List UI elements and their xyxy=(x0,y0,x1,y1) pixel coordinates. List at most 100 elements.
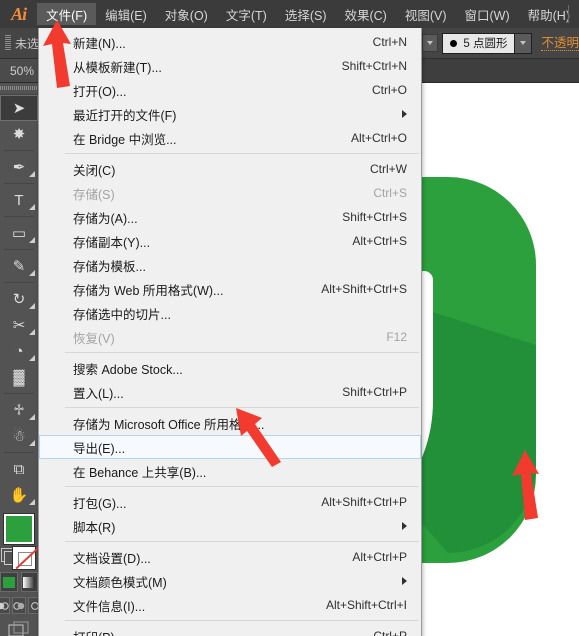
menu-bar-item-1[interactable]: 编辑(E) xyxy=(96,3,156,25)
menu-item[interactable]: 文档颜色模式(M) xyxy=(39,569,421,593)
menu-separator xyxy=(41,620,419,621)
chevron-down-icon xyxy=(427,41,434,45)
menu-bar-item-6[interactable]: 视图(V) xyxy=(396,3,456,25)
fill-stroke-controls[interactable] xyxy=(0,546,38,570)
selection-status-label: 未选 xyxy=(15,36,40,51)
brush-dropdown-button[interactable] xyxy=(514,33,532,53)
shape-builder-tool[interactable]: ◔ xyxy=(0,338,38,364)
screen-mode-button[interactable] xyxy=(0,621,38,636)
tools-panel-drag-handle[interactable] xyxy=(0,82,38,95)
menu-separator xyxy=(41,407,419,408)
menu-item-label: 打包(G)... xyxy=(73,496,127,511)
menu-item[interactable]: 导出(E)... xyxy=(39,435,421,459)
tool-flyout-indicator xyxy=(29,171,35,177)
menu-item[interactable]: 从模板新建(T)... Shift+Ctrl+N xyxy=(39,54,421,78)
menu-item[interactable]: 最近打开的文件(F) xyxy=(39,102,421,126)
stroke-profile-dropdown[interactable] xyxy=(422,34,439,52)
tool-flyout-indicator xyxy=(29,499,35,505)
mesh-gradient-tool[interactable]: ▓ xyxy=(0,364,38,390)
menu-item[interactable]: 文档设置(D)... Alt+Ctrl+P xyxy=(39,545,421,569)
menu-item[interactable]: 存储为 Web 所用格式(W)... Alt+Shift+Ctrl+S xyxy=(39,277,421,301)
menu-item[interactable]: 脚本(R) xyxy=(39,514,421,538)
menu-item[interactable]: 打印(P)... Ctrl+P xyxy=(39,624,421,636)
brush-definition-value: 5 点圆形 xyxy=(463,38,508,50)
selection-icon: ➤ xyxy=(12,99,26,117)
menu-bar-item-3[interactable]: 文字(T) xyxy=(217,3,276,25)
menu-item[interactable]: 存储为(A)... Shift+Ctrl+S xyxy=(39,205,421,229)
scale-shear-tool[interactable]: ✂ xyxy=(0,312,38,338)
tool-separator xyxy=(4,216,34,217)
menu-item-shortcut: Alt+Shift+Ctrl+I xyxy=(325,598,407,612)
menu-bar-item-5[interactable]: 效果(C) xyxy=(335,3,395,25)
color-button[interactable] xyxy=(0,572,18,592)
menu-item[interactable]: 文件信息(I)... Alt+Shift+Ctrl+I xyxy=(39,593,421,617)
menu-bar-item-8[interactable]: 帮助(H) xyxy=(519,3,579,25)
tool-flyout-indicator xyxy=(29,440,35,446)
menu-item[interactable]: 存储为 Microsoft Office 所用格式... xyxy=(39,411,421,435)
menu-item[interactable]: 在 Bridge 中浏览... Alt+Ctrl+O xyxy=(39,126,421,150)
menu-item[interactable]: 置入(L)... Shift+Ctrl+P xyxy=(39,380,421,404)
draw-mode-buttons[interactable] xyxy=(0,597,42,614)
tool-flyout-indicator xyxy=(29,303,35,309)
pen-icon: ✒ xyxy=(12,158,26,176)
type-tool[interactable]: T xyxy=(0,187,38,213)
menu-item[interactable]: 关闭(C) Ctrl+W xyxy=(39,157,421,181)
menu-item-label: 关闭(C) xyxy=(73,163,116,178)
fill-color-swatch[interactable] xyxy=(4,514,34,544)
tool-separator xyxy=(4,150,34,151)
opacity-link[interactable]: 不透明 xyxy=(541,36,579,51)
menu-bar-item-4[interactable]: 选择(S) xyxy=(276,3,336,25)
menu-item[interactable]: 在 Behance 上共享(B)... xyxy=(39,459,421,483)
menu-item[interactable]: 打包(G)... Alt+Shift+Ctrl+P xyxy=(39,490,421,514)
chevron-right-icon xyxy=(402,110,407,118)
draw-normal-icon[interactable] xyxy=(0,597,10,614)
menu-bar-item-0[interactable]: 文件(F) xyxy=(37,3,97,25)
eyedropper-tool[interactable]: ♱ xyxy=(0,397,38,423)
menu-item[interactable]: 存储副本(Y)... Alt+Ctrl+S xyxy=(39,229,421,253)
control-bar-drag-handle[interactable] xyxy=(5,35,11,51)
menu-item-label: 最近打开的文件(F) xyxy=(73,108,177,123)
artboard-tool[interactable]: ⧉ xyxy=(0,456,38,482)
menu-bar[interactable]: Ai 文件(F) 编辑(E) 对象(O) 文字(T) 选择(S) 效果(C) 视图(V) 窗口… xyxy=(0,0,579,28)
symbol-sprayer-tool[interactable]: ☃ xyxy=(0,423,38,449)
brush-dot-icon xyxy=(450,39,458,47)
paintbrush-icon: ✎ xyxy=(12,257,26,275)
paintbrush-tool[interactable]: ✎ xyxy=(0,253,38,279)
menu-item-label: 文件信息(I)... xyxy=(73,599,146,614)
menu-item[interactable]: 存储选中的切片... xyxy=(39,301,421,325)
menu-item[interactable]: 新建(N)... Ctrl+N xyxy=(39,30,421,54)
tool-flyout-indicator xyxy=(29,270,35,276)
menu-item-label: 新建(N)... xyxy=(73,36,126,51)
menu-bar-divider xyxy=(568,5,569,23)
rotate-tool[interactable]: ↻ xyxy=(0,286,38,312)
app-logo: Ai xyxy=(11,3,27,24)
symbol-sprayer-icon: ☃ xyxy=(12,427,26,445)
hand-tool[interactable]: ✋ xyxy=(0,482,38,508)
menu-item-label: 恢复(V) xyxy=(73,331,115,346)
tool-flyout-indicator xyxy=(29,355,35,361)
stroke-color-swatch[interactable] xyxy=(12,546,36,570)
gradient-swatch-preview xyxy=(23,576,36,588)
menu-item[interactable]: 搜索 Adobe Stock... xyxy=(39,356,421,380)
menu-bar-item-7[interactable]: 窗口(W) xyxy=(456,3,519,25)
menu-item-label: 打印(P)... xyxy=(73,627,125,636)
menu-item[interactable]: 存储为模板... xyxy=(39,253,421,277)
tools-panel[interactable]: ➤ ✸ ✒ T ▭ ✎ ↻ ✂ ◔ ▓ ♱ ☃ ⧉ ✋ xyxy=(0,82,42,636)
menu-item-shortcut: Ctrl+W xyxy=(370,162,407,176)
rectangle-tool[interactable]: ▭ xyxy=(0,220,38,246)
menu-item[interactable]: 打开(O)... Ctrl+O xyxy=(39,78,421,102)
menu-item-shortcut: Ctrl+N xyxy=(372,35,407,49)
tool-flyout-indicator xyxy=(29,414,35,420)
selection-tool[interactable]: ➤ xyxy=(0,95,38,121)
brush-definition-dropdown[interactable]: 5 点圆形 xyxy=(442,32,533,54)
draw-behind-icon[interactable] xyxy=(12,597,26,614)
menu-bar-item-2[interactable]: 对象(O) xyxy=(156,3,217,25)
file-dropdown-menu[interactable]: 新建(N)... Ctrl+N 从模板新建(T)... Shift+Ctrl+N 打开(… xyxy=(38,28,422,636)
pen-tool[interactable]: ✒ xyxy=(0,154,38,180)
magic-wand-tool[interactable]: ✸ xyxy=(0,121,38,147)
tool-separator xyxy=(4,452,34,453)
magic-wand-icon: ✸ xyxy=(12,125,26,143)
menu-bar-items: 文件(F) 编辑(E) 对象(O) 文字(T) 选择(S) 效果(C) 视图(V) 窗口(W)… xyxy=(37,3,579,25)
color-mode-buttons[interactable] xyxy=(0,572,38,592)
gradient-button[interactable] xyxy=(20,572,38,592)
